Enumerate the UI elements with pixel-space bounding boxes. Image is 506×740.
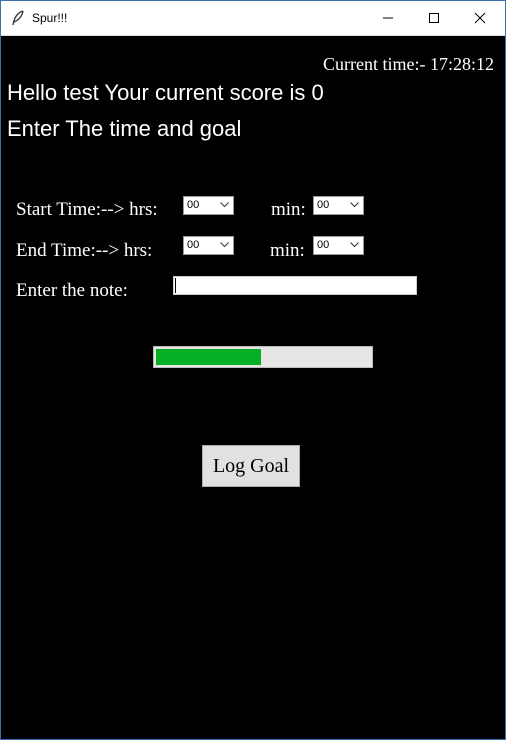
start-min-label: min:: [271, 199, 306, 220]
note-label: Enter the note:: [16, 280, 128, 301]
app-window: Spur!!! Current time:- 17:28:12 Hello te…: [0, 0, 506, 740]
start-min-select[interactable]: 00: [313, 196, 364, 215]
current-time-label: Current time:- 17:28:12: [323, 54, 494, 74]
log-goal-button[interactable]: Log Goal: [202, 445, 300, 487]
end-min-label: min:: [270, 240, 305, 261]
progress-fill: [156, 349, 261, 365]
end-time-label: End Time:--> hrs:: [16, 240, 153, 261]
chevron-down-icon: [350, 202, 359, 208]
note-input[interactable]: [173, 276, 417, 295]
chevron-down-icon: [220, 202, 229, 208]
window-title: Spur!!!: [32, 11, 68, 25]
feather-icon: [11, 10, 25, 26]
maximize-button[interactable]: [411, 1, 457, 35]
title-bar[interactable]: Spur!!!: [1, 1, 505, 36]
greeting-label: Hello test Your current score is 0: [7, 80, 324, 105]
main-panel: Current time:- 17:28:12 Hello test Your …: [4, 36, 502, 736]
start-min-value: 00: [317, 199, 330, 211]
end-hrs-value: 00: [187, 239, 200, 251]
close-icon: [474, 12, 486, 24]
maximize-icon: [429, 13, 439, 23]
close-button[interactable]: [457, 1, 503, 35]
minimize-icon: [383, 17, 393, 19]
end-hrs-select[interactable]: 00: [183, 236, 234, 255]
minimize-button[interactable]: [365, 1, 411, 35]
end-min-select[interactable]: 00: [313, 236, 364, 255]
end-min-value: 00: [317, 239, 330, 251]
start-hrs-select[interactable]: 00: [183, 196, 234, 215]
start-time-label: Start Time:--> hrs:: [16, 199, 158, 220]
progress-bar: [153, 346, 373, 368]
text-caret: [175, 278, 176, 293]
start-hrs-value: 00: [187, 199, 200, 211]
chevron-down-icon: [220, 242, 229, 248]
chevron-down-icon: [350, 242, 359, 248]
instruction-label: Enter The time and goal: [7, 116, 242, 141]
